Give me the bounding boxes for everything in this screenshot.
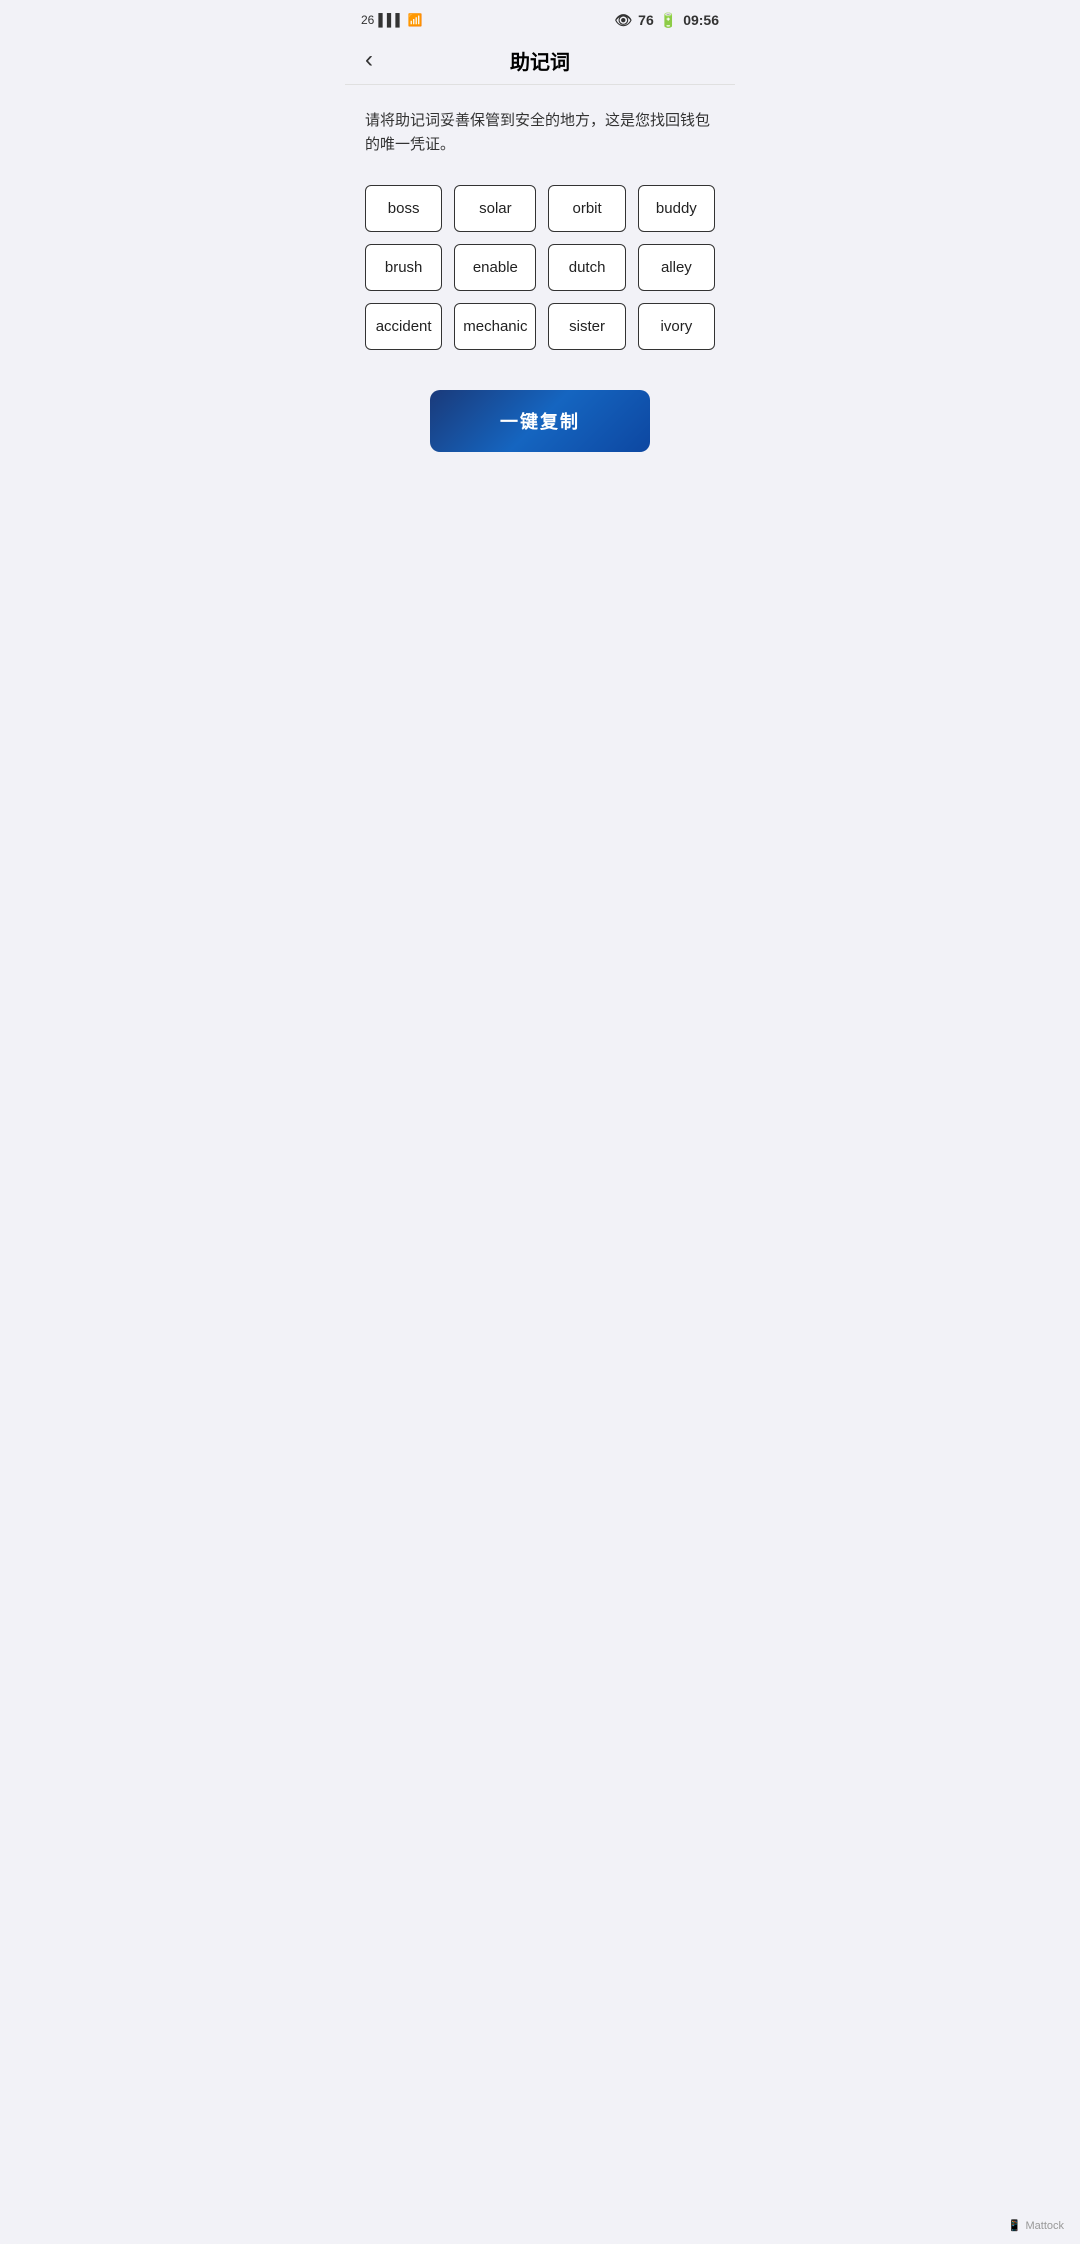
eye-icon: 👁 (614, 12, 632, 29)
mnemonic-word: solar (454, 185, 536, 232)
status-right: 👁 76 🔋 09:56 (614, 12, 719, 29)
network-indicator: 26 (361, 13, 374, 27)
brand-icon: 📱 (1008, 2219, 1022, 2232)
mnemonic-word: dutch (548, 244, 625, 291)
battery-level: 76 (638, 12, 654, 28)
clock: 09:56 (683, 12, 719, 28)
mnemonic-word: alley (638, 244, 715, 291)
mnemonic-word: mechanic (454, 303, 536, 350)
mnemonic-word: buddy (638, 185, 715, 232)
content: 请将助记词妥善保管到安全的地方，这是您找回钱包的唯一凭证。 boss solaro… (345, 85, 735, 476)
mnemonic-word: sister (548, 303, 625, 350)
status-bar: 26 ▌▌▌ 📶 👁 76 🔋 09:56 (345, 0, 735, 36)
signal-icon: ▌▌▌ (378, 13, 404, 27)
mnemonic-word: ivory (638, 303, 715, 350)
description-text: 请将助记词妥善保管到安全的地方，这是您找回钱包的唯一凭证。 (365, 109, 715, 157)
page-title: 助记词 (510, 46, 570, 75)
mnemonic-word: accident (365, 303, 442, 350)
mnemonic-grid: boss solar orbit buddy brush enable dutch alley… (365, 185, 715, 350)
back-button[interactable]: ‹ (365, 48, 373, 72)
mnemonic-word: brush (365, 244, 442, 291)
mnemonic-word: boss (365, 185, 442, 232)
back-icon: ‹ (365, 48, 373, 72)
copy-all-button[interactable]: 一键复制 (430, 390, 650, 452)
brand-name: Mattock (1025, 2220, 1064, 2232)
header: ‹ 助记词 (345, 36, 735, 85)
mnemonic-word: enable (454, 244, 536, 291)
status-left: 26 ▌▌▌ 📶 (361, 13, 423, 27)
footer-brand: 📱 Mattock (1008, 2219, 1064, 2232)
battery-icon: 🔋 (660, 12, 677, 29)
wifi-icon: 📶 (408, 13, 423, 27)
mnemonic-word: orbit (548, 185, 625, 232)
